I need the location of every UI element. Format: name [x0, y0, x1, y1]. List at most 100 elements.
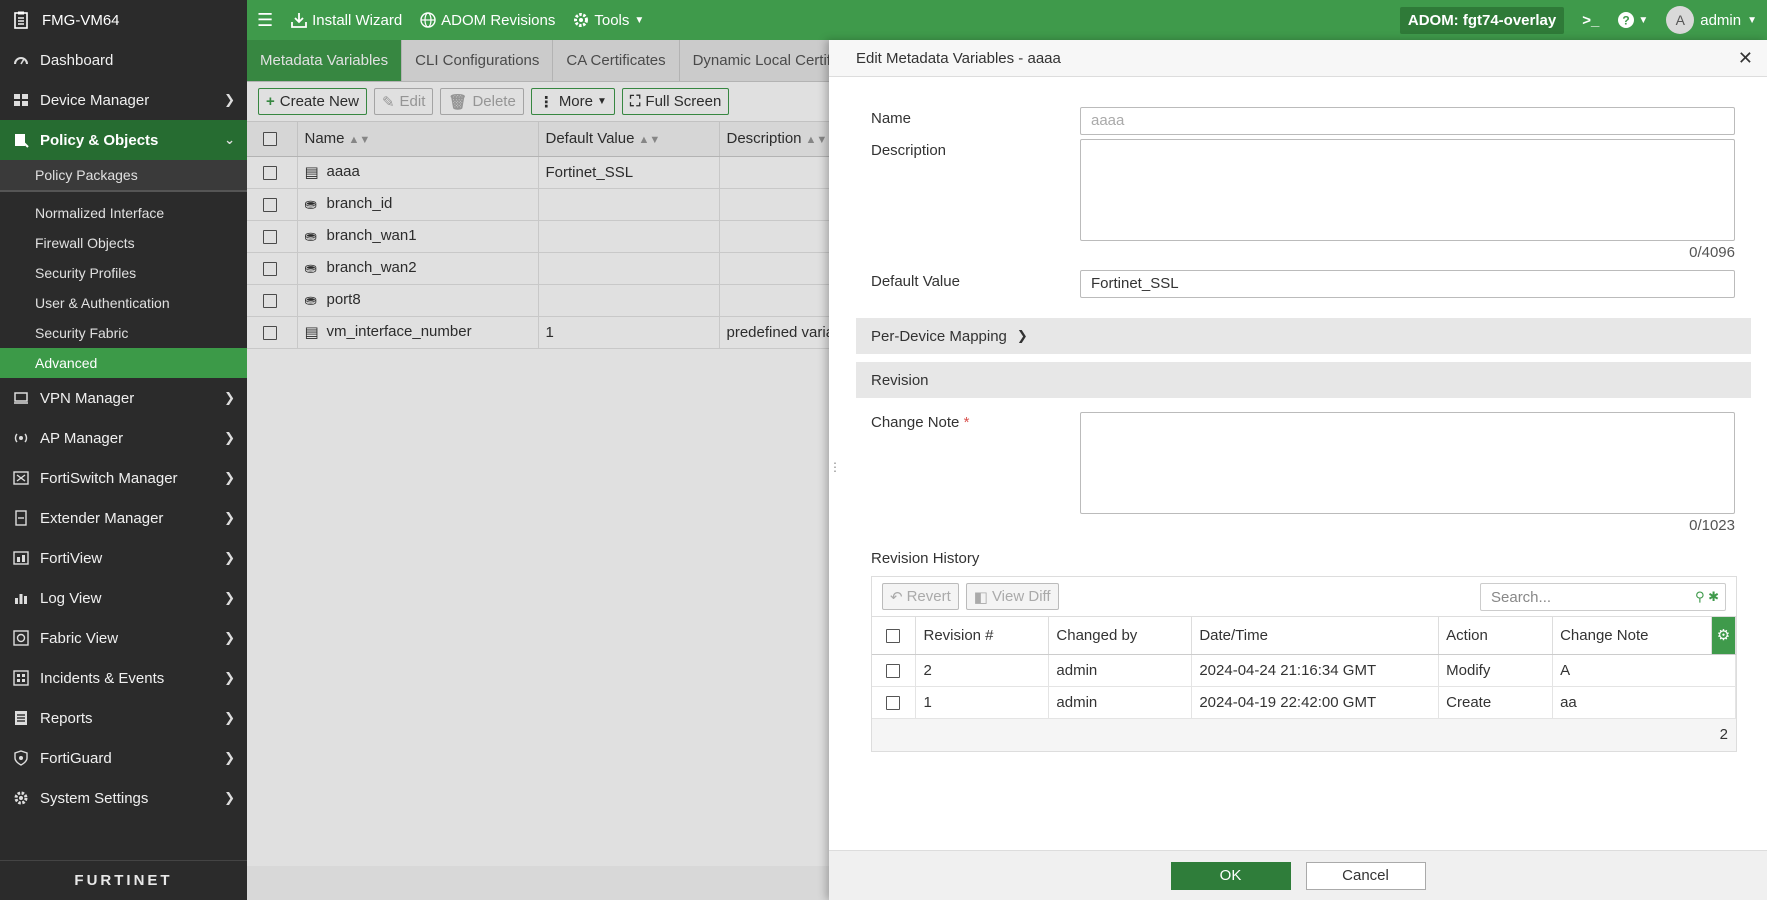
- sidebar-header[interactable]: FMG-VM64: [0, 0, 247, 40]
- revert-button[interactable]: ↶ Revert: [882, 583, 959, 610]
- sidebar-item-fortiswitch-manager[interactable]: FortiSwitch Manager ❯: [0, 458, 247, 498]
- plus-icon: +: [266, 93, 275, 110]
- sidebar-item-ap-manager[interactable]: AP Manager ❯: [0, 418, 247, 458]
- sidebar-item-policy-objects[interactable]: Policy & Objects ⌄: [0, 120, 247, 160]
- full-screen-button[interactable]: ⛶ Full Screen: [621, 88, 730, 115]
- sidebar-item-extender-manager[interactable]: Extender Manager ❯: [0, 498, 247, 538]
- select-all-checkbox[interactable]: [263, 132, 277, 147]
- row-checkbox[interactable]: [263, 165, 277, 180]
- tab-metadata-variables[interactable]: Metadata Variables: [247, 40, 403, 81]
- sidebar-item-system-settings[interactable]: System Settings ❯: [0, 778, 247, 818]
- more-button[interactable]: ⋮ More ▼: [530, 88, 615, 115]
- ok-button[interactable]: OK: [1170, 861, 1291, 890]
- name-value: vm_interface_number: [326, 322, 472, 340]
- action-header[interactable]: Action: [1438, 617, 1554, 655]
- sidebar-item-label: Reports: [40, 709, 93, 727]
- changed-by-header[interactable]: Changed by: [1048, 617, 1193, 655]
- row-checkbox[interactable]: [886, 663, 900, 678]
- switch-icon: [12, 469, 30, 487]
- help-icon[interactable]: ? ▼: [1617, 11, 1648, 29]
- sidebar-item-log-view[interactable]: Log View ❯: [0, 578, 247, 618]
- per-device-mapping-toggle[interactable]: Per-Device Mapping ❯: [856, 318, 1751, 354]
- table-row[interactable]: ⛂ branch_id: [247, 188, 836, 221]
- default-value-cell: [538, 220, 720, 253]
- sidebar-sub-normalized-interface[interactable]: Normalized Interface: [0, 198, 247, 228]
- table-row[interactable]: ▤ aaaa Fortinet_SSL: [247, 156, 836, 189]
- row-select-cell: [247, 188, 298, 221]
- search-input[interactable]: Search... ⚲ ✱: [1480, 583, 1726, 611]
- tab-cli-configurations[interactable]: CLI Configurations: [402, 40, 554, 81]
- sidebar-sub-firewall-objects[interactable]: Firewall Objects: [0, 228, 247, 258]
- row-checkbox[interactable]: [263, 197, 277, 212]
- change-note-counter: 0/1023: [1689, 517, 1735, 534]
- sidebar-item-vpn-manager[interactable]: VPN Manager ❯: [0, 378, 247, 418]
- sidebar-item-device-manager[interactable]: Device Manager ❯: [0, 80, 247, 120]
- row-select-cell: [247, 156, 298, 189]
- edit-button[interactable]: ✎ Edit: [373, 88, 434, 115]
- sidebar-item-fabric-view[interactable]: Fabric View ❯: [0, 618, 247, 658]
- sidebar-item-dashboard[interactable]: Dashboard: [0, 40, 247, 80]
- revision-section-header: Revision: [856, 362, 1751, 398]
- column-settings-icon[interactable]: ⚙: [1711, 617, 1737, 655]
- caret-down-icon: ▼: [1747, 14, 1757, 26]
- top-bar: ☰ Install Wizard ADOM Revisions Tools ▼ …: [247, 0, 1767, 40]
- description-header[interactable]: Description ▲▼: [719, 122, 836, 157]
- sidebar-sub-policy-packages[interactable]: Policy Packages: [0, 160, 247, 192]
- row-checkbox[interactable]: [263, 261, 277, 276]
- cli-console-icon[interactable]: >_: [1582, 12, 1599, 29]
- delete-button[interactable]: 🗑 Delete: [440, 88, 524, 115]
- adom-revisions-label: ADOM Revisions: [441, 11, 556, 29]
- sidebar-sub-advanced[interactable]: Advanced: [0, 348, 247, 378]
- install-wizard-button[interactable]: Install Wizard: [291, 12, 402, 29]
- description-textarea[interactable]: [1080, 139, 1735, 241]
- view-diff-button[interactable]: ◧ View Diff: [965, 583, 1059, 610]
- resize-handle-icon[interactable]: ⋮: [829, 460, 841, 474]
- table-row[interactable]: ⛂ port8: [247, 284, 836, 317]
- tab-ca-certificates[interactable]: CA Certificates: [553, 40, 680, 81]
- adom-badge[interactable]: ADOM: fgt74-overlay: [1399, 6, 1565, 34]
- name-cell: ▤ vm_interface_number: [297, 316, 539, 349]
- row-checkbox[interactable]: [886, 695, 900, 710]
- change-note-textarea[interactable]: [1080, 412, 1735, 514]
- change-note-label: Change Note *: [871, 414, 969, 431]
- revision-header[interactable]: Revision #: [915, 617, 1050, 655]
- row-checkbox[interactable]: [263, 293, 277, 308]
- change-note-header[interactable]: Change Note: [1552, 617, 1712, 655]
- name-value: aaaa: [326, 162, 360, 180]
- row-checkbox[interactable]: [263, 229, 277, 244]
- table-row[interactable]: 1 admin 2024-04-19 22:42:00 GMT Create a…: [872, 686, 1736, 719]
- select-all-header: [872, 617, 917, 655]
- select-all-checkbox[interactable]: [886, 628, 900, 643]
- datetime-header[interactable]: Date/Time: [1191, 617, 1440, 655]
- sort-icon: ▲▼: [638, 134, 661, 147]
- table-row[interactable]: ▤ vm_interface_number 1 predefined varia: [247, 316, 836, 349]
- row-checkbox[interactable]: [263, 325, 277, 340]
- tools-menu[interactable]: Tools ▼: [573, 12, 644, 29]
- table-row[interactable]: ⛂ branch_wan2: [247, 252, 836, 285]
- required-marker: *: [963, 414, 970, 431]
- name-field[interactable]: aaaa: [1080, 107, 1735, 135]
- menu-toggle-icon[interactable]: ☰: [257, 10, 273, 31]
- sidebar-sub-security-profiles[interactable]: Security Profiles: [0, 258, 247, 288]
- sidebar-sub-security-fabric[interactable]: Security Fabric: [0, 318, 247, 348]
- adom-revisions-button[interactable]: ADOM Revisions: [420, 12, 555, 29]
- panel-title: Edit Metadata Variables - aaaa: [856, 49, 1061, 67]
- globe-icon: [420, 12, 436, 28]
- default-value-header[interactable]: Default Value ▲▼: [538, 122, 720, 157]
- sidebar-item-reports[interactable]: Reports ❯: [0, 698, 247, 738]
- name-header[interactable]: Name ▲▼: [297, 122, 539, 157]
- default-value-field[interactable]: Fortinet_SSL: [1080, 270, 1735, 298]
- sidebar-item-fortiview[interactable]: FortiView ❯: [0, 538, 247, 578]
- close-icon[interactable]: ✕: [1738, 48, 1753, 69]
- table-row[interactable]: 2 admin 2024-04-24 21:16:34 GMT Modify A: [872, 654, 1736, 687]
- default-value-cell: [538, 284, 720, 317]
- sidebar-item-fortiguard[interactable]: FortiGuard ❯: [0, 738, 247, 778]
- sidebar-sub-user-auth[interactable]: User & Authentication: [0, 288, 247, 318]
- user-menu[interactable]: A admin ▼: [1666, 6, 1757, 34]
- search-icon[interactable]: ⚲ ✱: [1695, 589, 1719, 605]
- default-value-cell: Fortinet_SSL: [538, 156, 720, 189]
- create-new-button[interactable]: + Create New: [258, 88, 367, 115]
- table-row[interactable]: ⛂ branch_wan1: [247, 220, 836, 253]
- sidebar-item-incidents-events[interactable]: Incidents & Events ❯: [0, 658, 247, 698]
- cancel-button[interactable]: Cancel: [1305, 861, 1426, 890]
